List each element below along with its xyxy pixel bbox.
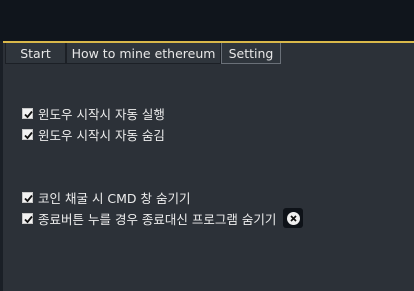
close-icon — [286, 211, 300, 225]
settings-panel — [3, 64, 414, 291]
option-label: 윈도우 시작시 자동 실행 — [38, 106, 165, 122]
autostart-checkbox[interactable] — [22, 107, 33, 119]
check-icon — [24, 194, 33, 202]
close-button[interactable] — [283, 208, 304, 228]
hide-cmd-checkbox[interactable] — [22, 191, 33, 203]
hide-on-close-checkbox[interactable] — [22, 212, 33, 224]
option-autohide[interactable]: 윈도우 시작시 자동 숨김 — [22, 126, 165, 143]
option-label: 코인 채굴 시 CMD 창 숨기기 — [38, 190, 191, 206]
check-icon — [24, 215, 33, 223]
option-hide-on-close[interactable]: 종료버튼 누를 경우 종료대신 프로그램 숨기기 — [22, 208, 304, 228]
autohide-checkbox[interactable] — [22, 128, 33, 140]
check-icon — [24, 110, 33, 118]
option-label: 윈도우 시작시 자동 숨김 — [38, 127, 165, 143]
check-icon — [24, 131, 33, 139]
title-bar — [0, 0, 414, 41]
tab-bar: Start How to mine ethereum Setting — [5, 43, 281, 64]
tab-start[interactable]: Start — [5, 43, 66, 64]
tab-setting[interactable]: Setting — [221, 43, 281, 64]
option-hide-cmd[interactable]: 코인 채굴 시 CMD 창 숨기기 — [22, 189, 191, 206]
tab-how-to-mine[interactable]: How to mine ethereum — [66, 43, 221, 64]
option-autostart[interactable]: 윈도우 시작시 자동 실행 — [22, 105, 165, 122]
option-label: 종료버튼 누를 경우 종료대신 프로그램 숨기기 — [38, 211, 277, 227]
